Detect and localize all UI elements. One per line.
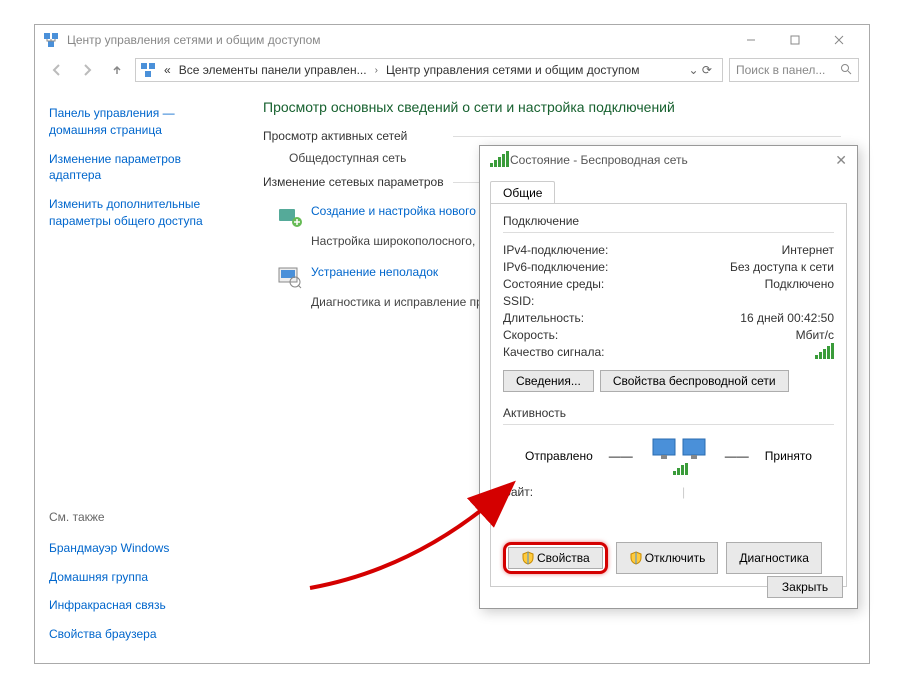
signal-quality-label: Качество сигнала:: [503, 345, 604, 362]
network-center-icon: [140, 62, 156, 78]
maximize-button[interactable]: [773, 26, 817, 54]
speed-value: Мбит/с: [796, 328, 834, 342]
dialog-tabs: Общие: [480, 174, 857, 203]
ipv4-value: Интернет: [782, 243, 834, 257]
new-connection-link[interactable]: Создание и настройка нового п: [311, 203, 486, 220]
wifi-signal-icon: [490, 153, 504, 167]
close-dialog-button[interactable]: Закрыть: [767, 576, 843, 598]
uac-shield-icon: [629, 551, 643, 565]
uac-shield-icon: [521, 551, 535, 565]
sidebar-adapter-settings-link[interactable]: Изменение параметров адаптера: [49, 151, 221, 185]
media-state-label: Состояние среды:: [503, 277, 604, 291]
search-placeholder: Поиск в панел...: [736, 63, 825, 77]
breadcrumb-pre[interactable]: «: [160, 63, 175, 77]
new-connection-icon: [277, 203, 303, 229]
close-button[interactable]: [817, 26, 861, 54]
window-title: Центр управления сетями и общим доступом: [67, 33, 321, 47]
received-label: Принято: [765, 449, 812, 463]
ipv6-value: Без доступа к сети: [730, 260, 834, 274]
properties-button-highlight: Свойства: [503, 542, 608, 574]
troubleshoot-link[interactable]: Устранение неполадок: [311, 264, 438, 281]
signal-quality-bars: [815, 345, 834, 362]
nav-forward-button[interactable]: [75, 58, 99, 82]
ipv4-label: IPv4-подключение:: [503, 243, 608, 257]
activity-monitors-icon: [649, 435, 709, 477]
sidebar-sharing-settings-link[interactable]: Изменить дополнительные параметры общего…: [49, 196, 221, 230]
troubleshoot-icon: [277, 264, 303, 290]
sidebar-browser-props-link[interactable]: Свойства браузера: [49, 626, 221, 643]
connection-group-label: Подключение: [503, 214, 834, 228]
tab-general[interactable]: Общие: [490, 181, 555, 204]
dialog-close-button[interactable]: ✕: [835, 152, 847, 169]
breadcrumb-bar[interactable]: « Все элементы панели управлен... › Цент…: [135, 58, 723, 82]
see-also-label: См. также: [49, 510, 221, 524]
breadcrumb-item[interactable]: Центр управления сетями и общим доступом: [382, 63, 644, 77]
nav-back-button[interactable]: [45, 58, 69, 82]
titlebar: Центр управления сетями и общим доступом: [35, 25, 869, 55]
chevron-right-icon: ›: [371, 65, 382, 76]
disable-button[interactable]: Отключить: [616, 542, 719, 574]
sidebar-home-link[interactable]: Панель управления — домашняя страница: [49, 105, 221, 139]
dialog-title: Состояние - Беспроводная сеть: [510, 153, 688, 167]
activity-group-label: Активность: [503, 406, 834, 420]
properties-button[interactable]: Свойства: [508, 547, 603, 569]
details-button[interactable]: Сведения...: [503, 370, 594, 392]
active-networks-section: Просмотр активных сетей: [263, 129, 841, 143]
search-input[interactable]: Поиск в панел...: [729, 58, 859, 82]
media-state-value: Подключено: [765, 277, 834, 291]
speed-label: Скорость:: [503, 328, 558, 342]
breadcrumb-item[interactable]: Все элементы панели управлен...: [175, 63, 371, 77]
sent-label: Отправлено: [525, 449, 593, 463]
sidebar-firewall-link[interactable]: Брандмауэр Windows: [49, 540, 221, 557]
network-center-icon: [43, 32, 59, 48]
wifi-status-dialog: Состояние - Беспроводная сеть ✕ Общие По…: [479, 145, 858, 609]
sidebar-infrared-link[interactable]: Инфракрасная связь: [49, 597, 221, 614]
activity-dash: ——: [725, 449, 749, 463]
dialog-titlebar: Состояние - Беспроводная сеть ✕: [480, 146, 857, 174]
bytes-sent-value: [533, 485, 682, 499]
breadcrumb-dropdown[interactable]: ⌄ ⟳: [683, 63, 718, 77]
activity-dash: ——: [609, 449, 633, 463]
bytes-recv-value: [685, 485, 834, 499]
bytes-label: Байт:: [503, 485, 533, 499]
page-heading: Просмотр основных сведений о сети и наст…: [263, 99, 841, 115]
minimize-button[interactable]: [729, 26, 773, 54]
diagnostics-button[interactable]: Диагностика: [726, 542, 822, 574]
sidebar: Панель управления — домашняя страница Из…: [35, 85, 235, 663]
duration-label: Длительность:: [503, 311, 584, 325]
ssid-label: SSID:: [503, 294, 534, 308]
ipv6-label: IPv6-подключение:: [503, 260, 608, 274]
nav-up-button[interactable]: [105, 58, 129, 82]
duration-value: 16 дней 00:42:50: [740, 311, 834, 325]
search-icon: [840, 63, 852, 78]
address-bar: « Все элементы панели управлен... › Цент…: [35, 55, 869, 85]
sidebar-homegroup-link[interactable]: Домашняя группа: [49, 569, 221, 586]
wireless-properties-button[interactable]: Свойства беспроводной сети: [600, 370, 789, 392]
